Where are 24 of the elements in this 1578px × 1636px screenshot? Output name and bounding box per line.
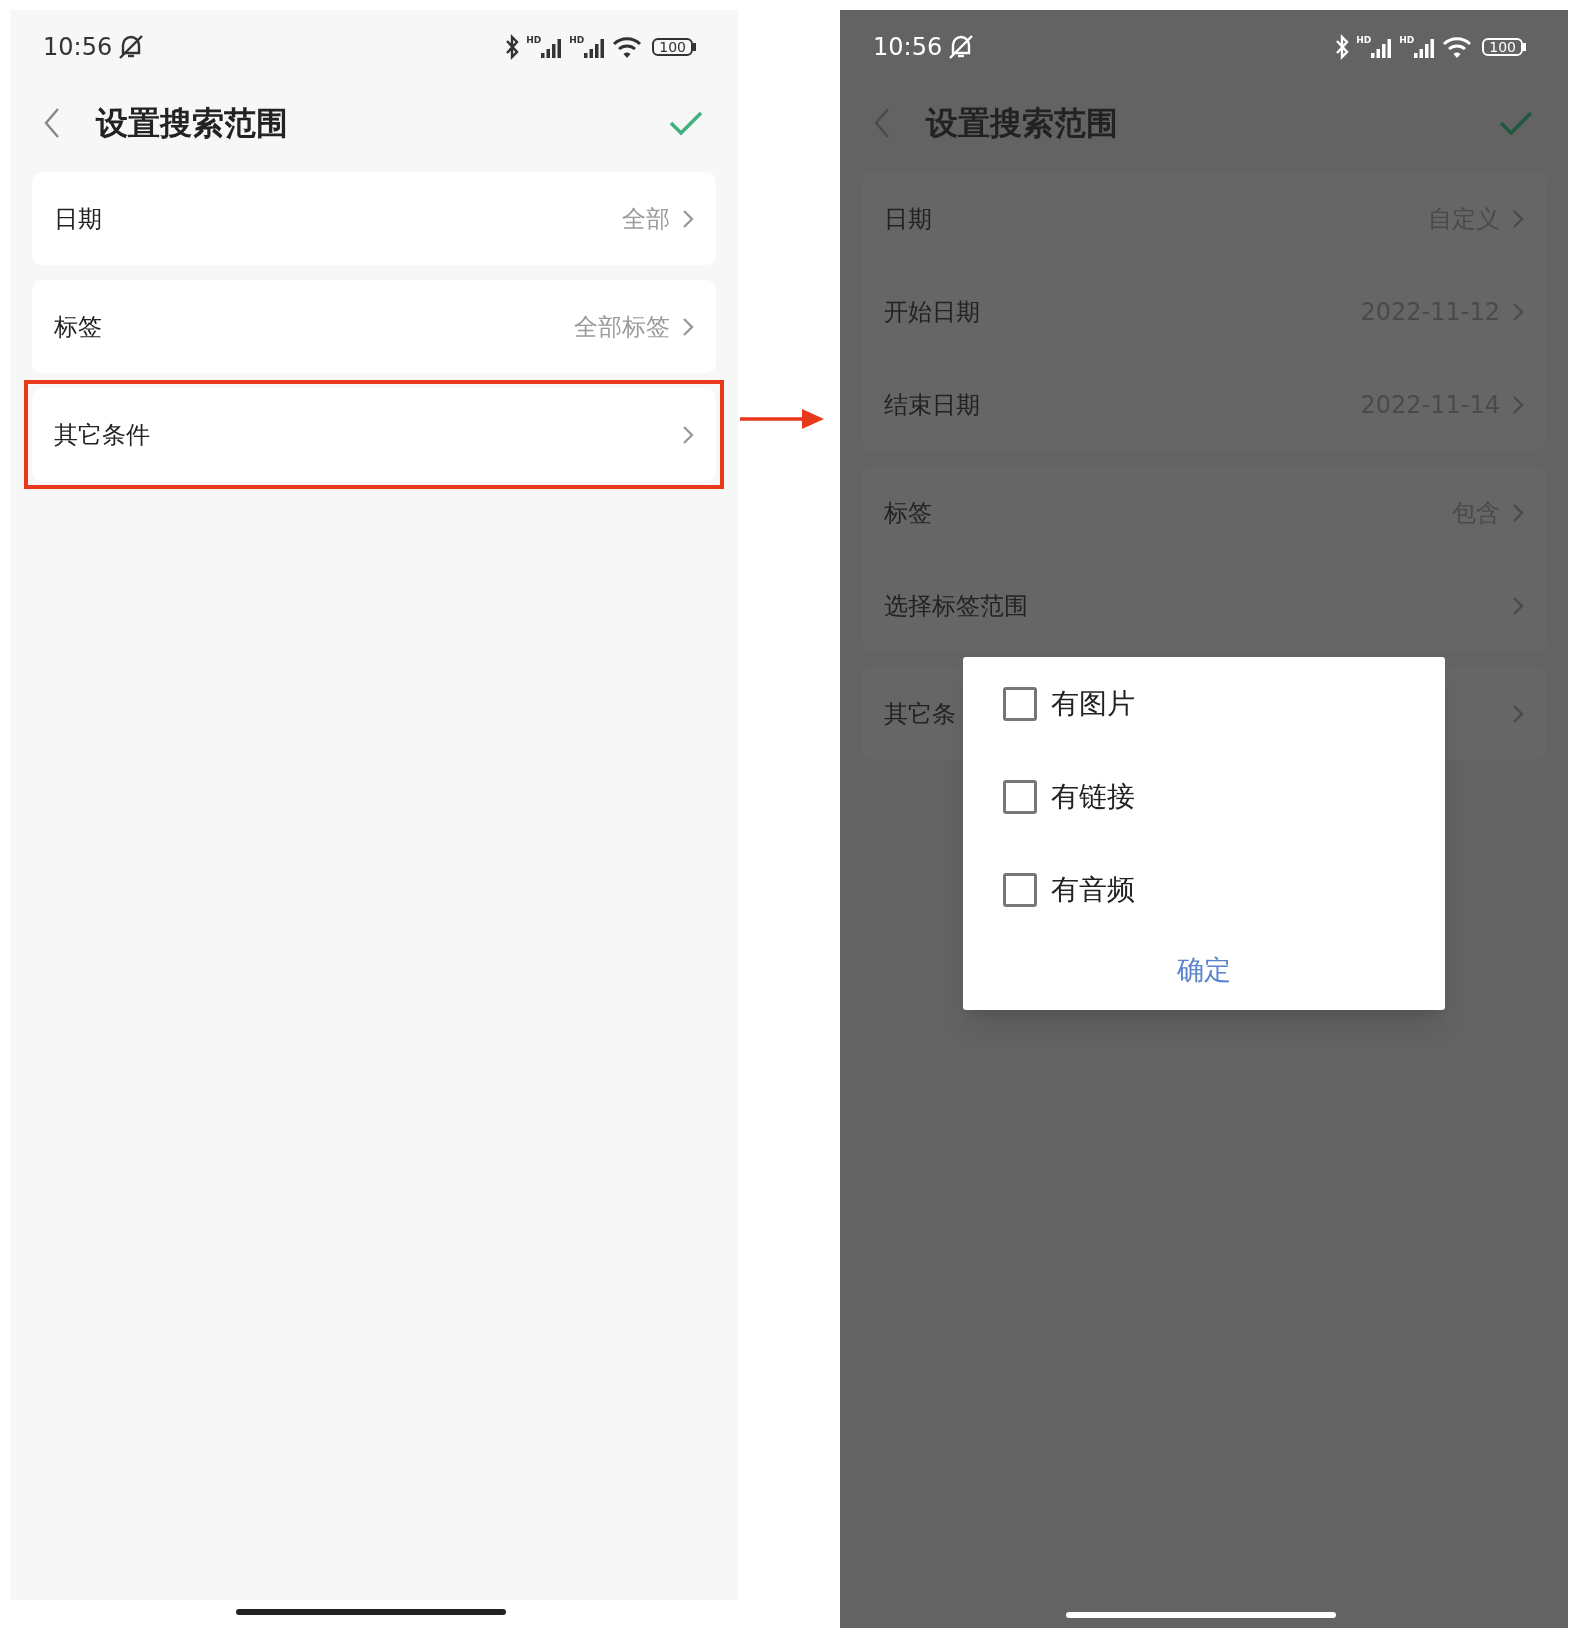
clock-time: 10:56 xyxy=(43,32,113,63)
row-label: 标签 xyxy=(884,497,932,529)
row-label: 选择标签范围 xyxy=(884,590,1028,622)
option-label: 有音频 xyxy=(1051,871,1135,908)
network-label: HD xyxy=(1399,36,1415,45)
battery-indicator: 100 xyxy=(1482,38,1523,56)
row-label: 其它条 xyxy=(884,698,956,730)
row-label: 标签 xyxy=(54,311,102,343)
network-label: HD xyxy=(526,36,542,45)
option-label: 有图片 xyxy=(1051,685,1135,722)
row-label: 其它条件 xyxy=(54,419,150,451)
network-label: HD xyxy=(569,36,585,45)
page-title: 设置搜索范围 xyxy=(96,103,289,144)
battery-indicator: 100 xyxy=(652,38,693,56)
network-label: HD xyxy=(1356,36,1372,45)
row-label: 日期 xyxy=(54,203,102,235)
row-value: 全部标签 xyxy=(574,311,670,343)
row-value: 全部 xyxy=(622,203,670,235)
row-label: 开始日期 xyxy=(884,296,980,328)
option-label: 有链接 xyxy=(1051,778,1135,815)
row-label: 日期 xyxy=(884,203,932,235)
clock-time: 10:56 xyxy=(873,32,943,63)
page-title: 设置搜索范围 xyxy=(926,103,1119,144)
row-label: 结束日期 xyxy=(884,389,980,421)
